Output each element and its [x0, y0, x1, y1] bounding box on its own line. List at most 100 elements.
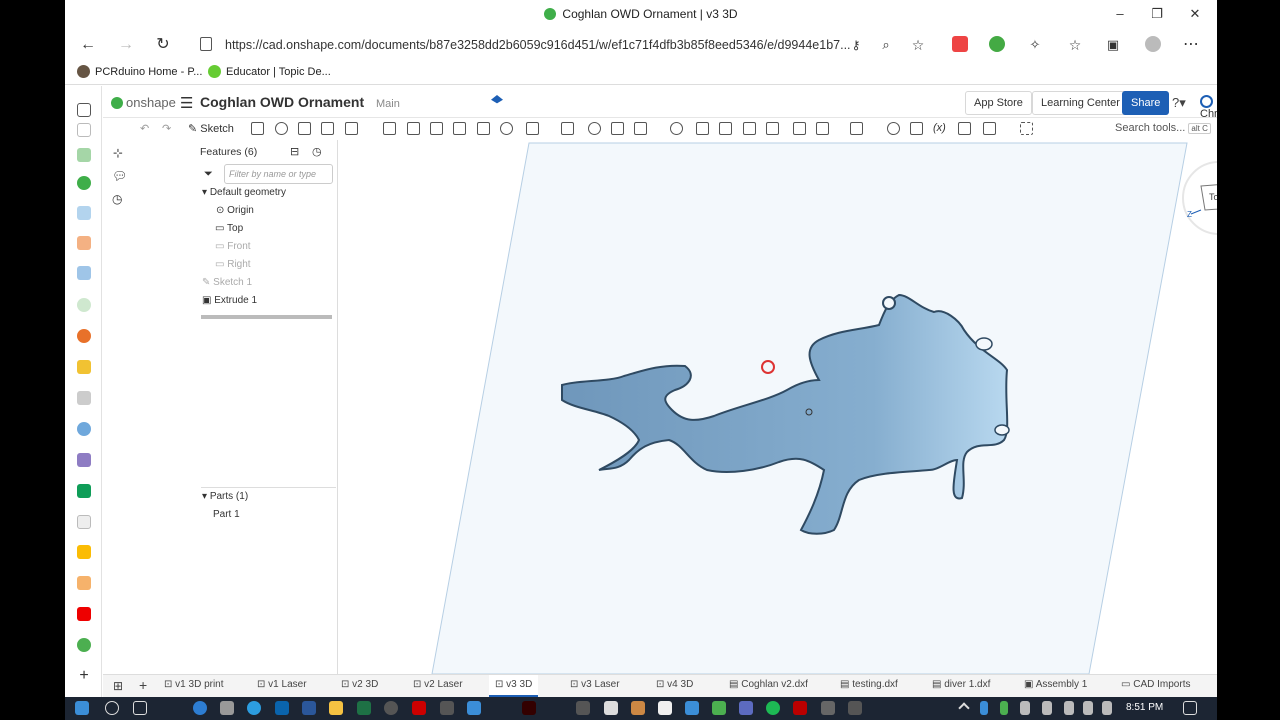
learning-center-button[interactable]: Learning Center [1032, 91, 1129, 115]
part1-item[interactable]: Part 1 [213, 509, 240, 520]
restore-button[interactable]: ❐ [1147, 4, 1167, 24]
add-custom-feature-icon[interactable] [1020, 122, 1033, 135]
app-icon[interactable] [821, 701, 835, 715]
tab-v2-laser[interactable]: ⊡ v2 Laser [413, 679, 463, 690]
loft-tool-icon[interactable] [321, 122, 334, 135]
extensions-puzzle-icon[interactable]: ✧ [1024, 34, 1046, 56]
sidebar-app-icon[interactable] [77, 148, 91, 162]
plane-tool-icon[interactable] [793, 122, 806, 135]
help-icon[interactable]: ?▾ [1172, 95, 1186, 111]
hole-tool-icon[interactable] [500, 122, 513, 135]
menu-icon[interactable]: ☰ [180, 94, 193, 112]
extrude-tool-icon[interactable] [251, 122, 264, 135]
tab-v2-3d[interactable]: ⊡ v2 3D [341, 679, 378, 690]
sketch-button[interactable]: ✎ Sketch [188, 122, 234, 135]
tab-actions-icon[interactable] [77, 103, 91, 117]
configuration-tool-icon[interactable] [958, 122, 971, 135]
variable-tool-icon[interactable]: (x) [933, 122, 946, 134]
move-face-tool-icon[interactable] [719, 122, 732, 135]
sidebar-app-icon[interactable] [77, 638, 91, 652]
task-view-icon[interactable] [133, 701, 147, 715]
sheets-icon[interactable] [77, 484, 91, 498]
comments-icon[interactable]: 💬︎ [112, 169, 127, 183]
view-cube[interactable]: Top Z X [1182, 161, 1217, 252]
drive-icon[interactable] [77, 545, 91, 559]
offset-surface-tool-icon[interactable] [766, 122, 779, 135]
app-icon[interactable] [658, 701, 672, 715]
sidebar-app-icon[interactable] [77, 453, 91, 467]
onedrive-icon[interactable] [1020, 701, 1030, 715]
favorites-icon[interactable]: ☆ [1064, 34, 1086, 56]
rollback-timer-icon[interactable]: ◷ [312, 145, 322, 158]
acrobat-icon[interactable] [412, 701, 426, 715]
front-plane-item[interactable]: ▭ Front [215, 241, 251, 252]
replace-face-tool-icon[interactable] [743, 122, 756, 135]
spotify-icon[interactable] [766, 701, 780, 715]
helix-tool-icon[interactable] [850, 122, 863, 135]
netflix-icon[interactable] [793, 701, 807, 715]
bookmark-educator[interactable]: Educator | Topic De... [208, 65, 331, 78]
tab-diver-1-dxf[interactable]: ▤ diver 1.dxf [932, 679, 990, 690]
outlook-icon[interactable] [275, 701, 289, 715]
app-icon[interactable] [576, 701, 590, 715]
mask-hole[interactable] [975, 337, 993, 351]
origin-item[interactable]: ⊙ Origin [216, 205, 254, 216]
filter-icon[interactable]: ⏷ [204, 168, 213, 181]
tab-v4-3d[interactable]: ⊡ v4 3D [656, 679, 693, 690]
tab-v3-3d[interactable]: ⊡ v3 3D [489, 675, 539, 697]
measure-tool-icon[interactable] [887, 122, 900, 135]
default-geometry-group[interactable]: ▾ Default geometry [202, 187, 286, 198]
sidebar-app-icon[interactable] [77, 206, 91, 220]
sidebar-app-icon[interactable] [77, 329, 91, 343]
forward-button[interactable]: → [115, 34, 137, 56]
sidebar-app-icon[interactable] [77, 360, 91, 374]
app-icon[interactable] [193, 701, 207, 715]
chamfer-tool-icon[interactable] [407, 122, 420, 135]
url-field[interactable]: https://cad.onshape.com/documents/b87e32… [190, 31, 935, 59]
notifications-icon[interactable] [1183, 701, 1197, 715]
pattern-tool-icon[interactable] [526, 122, 539, 135]
app-icon[interactable] [604, 701, 618, 715]
app-icon[interactable] [384, 701, 398, 715]
app-icon[interactable] [712, 701, 726, 715]
mirror-tool-icon[interactable] [561, 122, 574, 135]
sidebar-app-icon[interactable] [77, 266, 91, 280]
wifi-icon[interactable] [1083, 701, 1093, 715]
feature-list-icon[interactable] [113, 122, 126, 135]
hanger-hole[interactable] [882, 296, 896, 310]
app-icon[interactable] [685, 701, 699, 715]
tab-manager-icon[interactable]: ⊞ [113, 679, 123, 693]
sidebar-app-icon[interactable] [77, 391, 91, 405]
search-icon[interactable] [105, 701, 119, 715]
tray-icon[interactable] [1000, 701, 1008, 715]
minimize-button[interactable]: – [1110, 4, 1130, 24]
app-icon[interactable] [848, 701, 862, 715]
revolve-tool-icon[interactable] [275, 122, 288, 135]
back-button[interactable]: ← [77, 34, 99, 56]
sweep-tool-icon[interactable] [298, 122, 311, 135]
tab-cad-imports[interactable]: ▭ CAD Imports [1121, 679, 1190, 690]
draft-tool-icon[interactable] [430, 122, 443, 135]
edge-icon[interactable] [247, 701, 261, 715]
word-icon[interactable] [302, 701, 316, 715]
sidebar-app-icon[interactable] [77, 298, 91, 312]
tray-chevron-icon[interactable] [958, 702, 970, 714]
refresh-button[interactable]: ↻ [152, 34, 174, 56]
app-icon[interactable] [440, 701, 454, 715]
app-icon[interactable] [739, 701, 753, 715]
excel-icon[interactable] [357, 701, 371, 715]
onshape-logo[interactable]: onshape [111, 95, 176, 110]
collections-icon[interactable]: ▣ [1102, 34, 1124, 56]
undo-icon[interactable]: ↶ [140, 122, 149, 135]
extension-icon[interactable] [989, 36, 1005, 52]
rollback-bar[interactable] [201, 315, 332, 319]
app-icon[interactable] [220, 701, 234, 715]
rib-tool-icon[interactable] [453, 122, 466, 135]
boolean-tool-icon[interactable] [588, 122, 601, 135]
mate-connector-tool-icon[interactable] [816, 122, 829, 135]
search-tools-field[interactable]: Search tools... alt C [1115, 122, 1211, 134]
profile-avatar[interactable] [1145, 36, 1161, 52]
bluetooth-icon[interactable] [980, 701, 988, 715]
sidebar-app-icon[interactable] [77, 576, 91, 590]
tab-coghlan-v2-dxf[interactable]: ▤ Coghlan v2.dxf [729, 679, 808, 690]
